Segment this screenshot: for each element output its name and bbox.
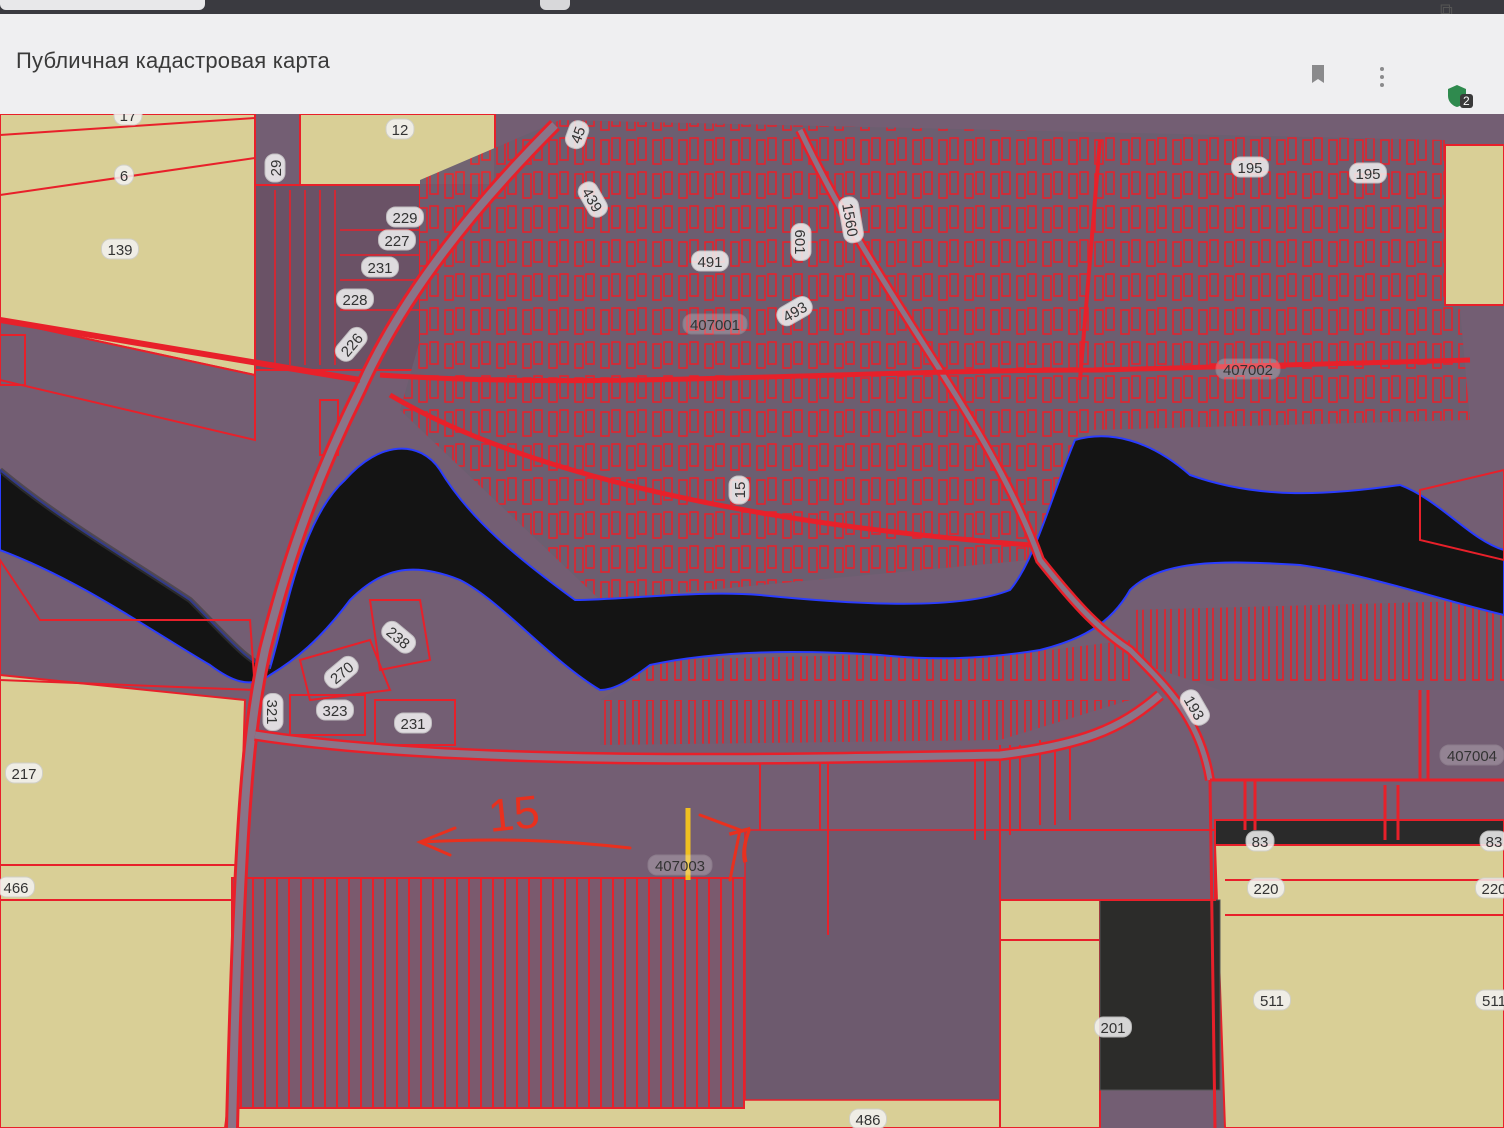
parcel-number: 217 (11, 766, 36, 783)
parcel-number: 486 (855, 1112, 880, 1128)
parcel-number: 231 (367, 260, 392, 277)
bookmark-icon[interactable] (1310, 64, 1326, 90)
parcel-strips-east[interactable] (1130, 600, 1504, 690)
parcel-number: 511 (1482, 993, 1504, 1010)
parcel-number: 491 (697, 254, 722, 271)
parcel-number: 201 (1100, 1020, 1125, 1037)
quarter-label-q2[interactable]: 407002 (1215, 358, 1281, 380)
page-title: Публичная кадастровая карта (16, 48, 330, 73)
field-south-center[interactable] (744, 829, 1001, 1101)
parcel-number: 228 (342, 292, 367, 309)
strip-field-south[interactable] (231, 877, 745, 1109)
parcel-label-p231a[interactable]: 231 (361, 256, 399, 278)
map-canvas[interactable]: 15 7 40700140700240700340700417126 294543… (0, 114, 1504, 1128)
parcel-label-p15[interactable]: 15 (728, 475, 750, 505)
parcel-label-p195b[interactable]: 195 (1349, 162, 1387, 184)
parcel-label-p139[interactable]: 139 (101, 238, 139, 260)
parcel-label-p231b[interactable]: 231 (394, 712, 432, 734)
parcel-number: 139 (107, 242, 132, 259)
annotation-distance-a: 15 (486, 785, 542, 842)
parcel-label-p466[interactable]: 466 (0, 876, 35, 898)
parcel-number: 323 (322, 703, 347, 720)
parcel-label-p220b[interactable]: 220 (1475, 877, 1504, 899)
parcel-number: 83 (1486, 834, 1503, 851)
parcel-label-p323[interactable]: 323 (316, 699, 354, 721)
parcel-number: 220 (1481, 881, 1504, 898)
parcel-label-p227[interactable]: 227 (378, 229, 416, 251)
parcel-label-p601[interactable]: 601 (790, 223, 812, 261)
parcel-label-p511a[interactable]: 511 (1253, 989, 1291, 1011)
quarter-label-q1[interactable]: 407001 (682, 313, 748, 335)
parcel-label-p511b[interactable]: 511 (1475, 989, 1504, 1011)
parcel-number: 466 (3, 880, 28, 897)
parcel-number: 227 (384, 233, 409, 250)
parcel-label-p220a[interactable]: 220 (1247, 877, 1285, 899)
parcel-number: 6 (120, 168, 128, 185)
browser-tab-strip (0, 0, 1504, 14)
quarter-label-q4[interactable]: 407004 (1439, 744, 1504, 766)
parcel-number: 321 (263, 699, 280, 724)
parcel-number: 195 (1237, 160, 1262, 177)
parcel-label-p195a[interactable]: 195 (1231, 156, 1269, 178)
parcel-label-p229[interactable]: 229 (386, 206, 424, 228)
page-header: Публичная кадастровая карта 2 (0, 14, 1504, 114)
parcel-number: 511 (1260, 993, 1284, 1010)
parcel-number: 83 (1252, 834, 1269, 851)
parcel-label-p6[interactable]: 6 (114, 164, 134, 186)
parcel-label-p29[interactable]: 29 (264, 153, 286, 183)
parcel-number: 195 (1355, 166, 1380, 183)
parcel-label-p486[interactable]: 486 (849, 1108, 887, 1128)
parcel-label-p201[interactable]: 201 (1094, 1016, 1132, 1038)
extension-badge: 2 (1460, 94, 1473, 108)
parcel-number: 12 (392, 122, 409, 139)
parcel-number: 220 (1253, 881, 1278, 898)
parcel-label-p228[interactable]: 228 (336, 288, 374, 310)
parcel-label-p17[interactable]: 17 (113, 114, 143, 126)
parcel-number: 17 (120, 114, 137, 125)
cadastral-map[interactable]: 15 7 407001 407002 407003 407004 17 12 6 29 45 43… (0, 114, 1504, 1128)
parcel-number: 407004 (1447, 748, 1497, 765)
parcel-number: 15 (732, 482, 749, 499)
browser-tab-small[interactable] (540, 0, 570, 10)
parcel-label-p321[interactable]: 321 (262, 693, 284, 731)
parcel-number: 601 (791, 229, 808, 254)
quarter-label-q3[interactable]: 407003 (647, 854, 713, 876)
parcel-label-p12[interactable]: 12 (385, 118, 415, 140)
more-vert-icon[interactable] (1378, 66, 1386, 94)
parcel-number: 231 (400, 716, 425, 733)
parcel-number: 407003 (655, 858, 705, 875)
parcel-label-p217[interactable]: 217 (5, 762, 43, 784)
parcel-label-p491[interactable]: 491 (691, 250, 729, 272)
parcel-label-p83a[interactable]: 83 (1245, 830, 1275, 852)
browser-tab-active[interactable] (0, 0, 205, 10)
parcel-number: 407001 (690, 317, 740, 334)
parcel-label-p83b[interactable]: 83 (1479, 830, 1504, 852)
forest-block (1099, 899, 1221, 1091)
parcel-number: 229 (392, 210, 417, 227)
parcel-number: 407002 (1223, 362, 1273, 379)
parcel-number: 29 (268, 160, 285, 177)
